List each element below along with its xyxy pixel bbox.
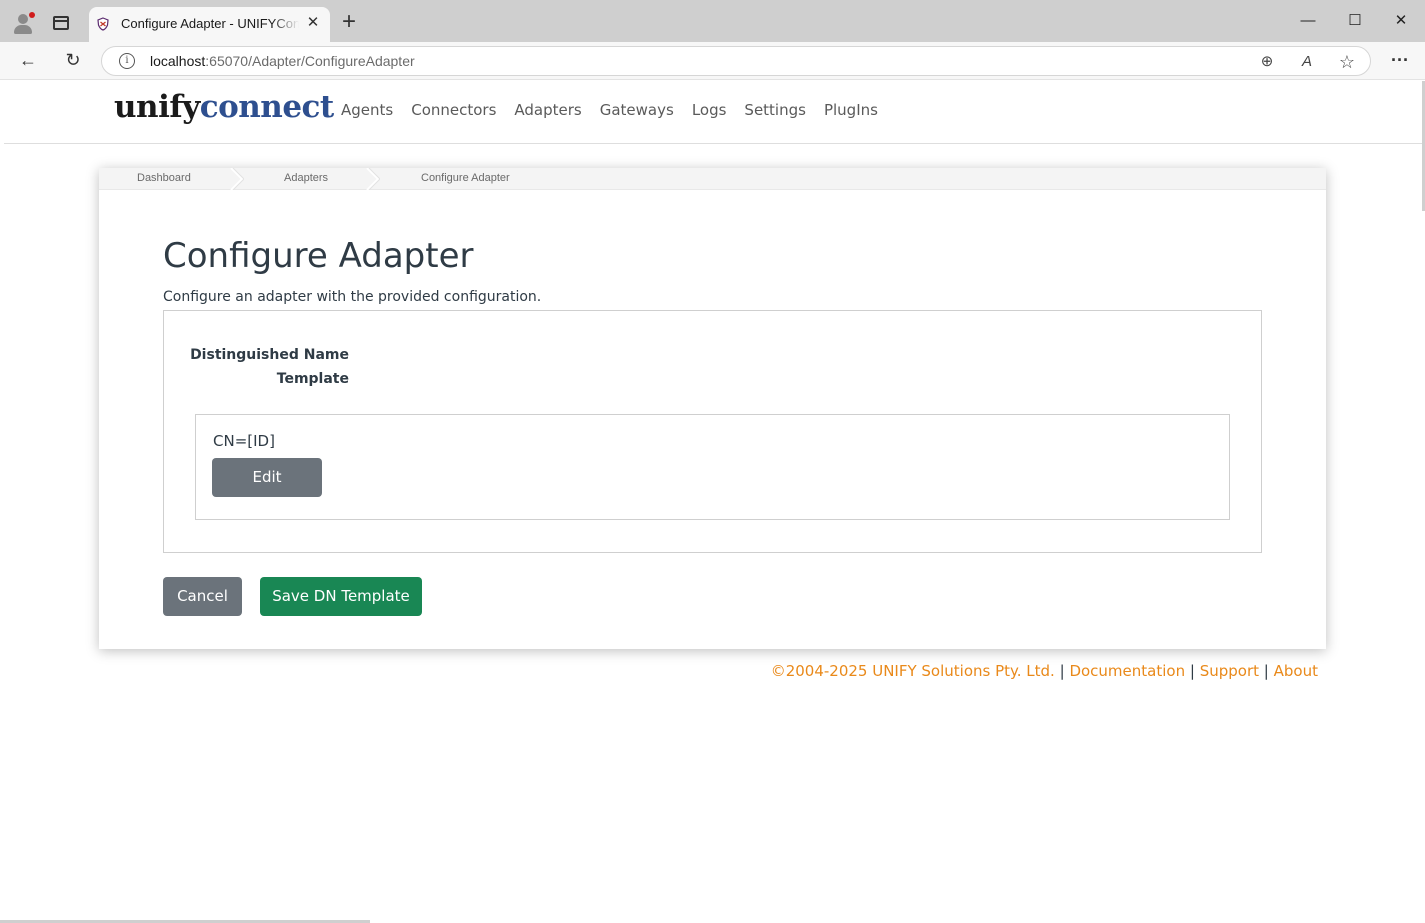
content-card: Dashboard Adapters Configure Adapter Con… xyxy=(99,168,1326,649)
close-window-icon[interactable]: ✕ xyxy=(1386,9,1416,33)
site-footer: ©2004-2025 UNIFY Solutions Pty. Ltd. | D… xyxy=(771,662,1318,680)
back-arrow-icon[interactable]: ← xyxy=(15,47,41,73)
breadcrumb-configure-adapter: Configure Adapter xyxy=(421,172,510,184)
footer-separator: | xyxy=(1189,662,1195,680)
site-header: unifyconnect Agents Connectors Adapters … xyxy=(4,81,1422,144)
site-info-icon[interactable]: i xyxy=(119,53,135,69)
notification-dot xyxy=(29,12,35,18)
breadcrumb: Dashboard Adapters Configure Adapter xyxy=(99,168,1326,190)
tab-title: Configure Adapter - UNIFYConnect xyxy=(121,16,299,31)
tab-close-icon[interactable]: ✕ xyxy=(303,13,323,33)
browser-tab-active[interactable]: Configure Adapter - UNIFYConnect ✕ xyxy=(89,7,330,42)
reload-icon[interactable]: ↻ xyxy=(60,47,86,73)
footer-documentation-link[interactable]: Documentation xyxy=(1069,662,1185,680)
page-description: Configure an adapter with the provided c… xyxy=(163,289,542,305)
browser-titlebar: Configure Adapter - UNIFYConnect ✕ + — ☐… xyxy=(0,0,1425,42)
browser-menu-icon[interactable]: ··· xyxy=(1387,47,1413,73)
shield-favicon-icon xyxy=(97,17,109,31)
footer-copyright[interactable]: ©2004-2025 UNIFY Solutions Pty. Ltd. xyxy=(771,662,1055,680)
cancel-button[interactable]: Cancel xyxy=(163,577,242,616)
page-title: Configure Adapter xyxy=(163,236,474,276)
page-content: unifyconnect Agents Connectors Adapters … xyxy=(0,81,1422,920)
nav-agents[interactable]: Agents xyxy=(341,101,393,119)
profile-icon[interactable] xyxy=(12,12,35,34)
dn-template-panel: Distinguished Name Template CN=[ID] Edit xyxy=(163,310,1262,553)
main-nav: Agents Connectors Adapters Gateways Logs… xyxy=(341,101,896,119)
tab-actions-icon[interactable] xyxy=(53,16,69,30)
minimize-icon[interactable]: — xyxy=(1293,9,1323,33)
favorite-star-icon[interactable]: ☆ xyxy=(1336,51,1358,73)
footer-separator: | xyxy=(1059,662,1065,680)
maximize-icon[interactable]: ☐ xyxy=(1340,9,1370,33)
dn-template-value-box: CN=[ID] Edit xyxy=(195,414,1230,520)
breadcrumb-chevron-icon xyxy=(366,168,380,190)
unifyconnect-logo[interactable]: unifyconnect xyxy=(114,89,334,125)
breadcrumb-adapters[interactable]: Adapters xyxy=(284,172,328,184)
dn-template-value: CN=[ID] xyxy=(213,432,275,450)
save-dn-template-button[interactable]: Save DN Template xyxy=(260,577,422,616)
zoom-icon[interactable]: ⊕ xyxy=(1256,51,1278,73)
nav-gateways[interactable]: Gateways xyxy=(600,101,674,119)
read-aloud-icon[interactable]: A xyxy=(1296,51,1318,73)
address-bar[interactable]: i localhost:65070/Adapter/ConfigureAdapt… xyxy=(101,46,1371,76)
breadcrumb-chevron-icon xyxy=(230,168,244,190)
nav-connectors[interactable]: Connectors xyxy=(411,101,496,119)
edit-button[interactable]: Edit xyxy=(212,458,322,497)
nav-adapters[interactable]: Adapters xyxy=(514,101,581,119)
footer-support-link[interactable]: Support xyxy=(1200,662,1259,680)
dn-template-label: Distinguished Name Template xyxy=(190,347,349,387)
footer-about-link[interactable]: About xyxy=(1274,662,1318,680)
url-text[interactable]: localhost:65070/Adapter/ConfigureAdapter xyxy=(150,53,415,69)
footer-separator: | xyxy=(1263,662,1269,680)
breadcrumb-dashboard[interactable]: Dashboard xyxy=(137,172,191,184)
nav-plugins[interactable]: PlugIns xyxy=(824,101,878,119)
browser-toolbar: ← ↻ i localhost:65070/Adapter/ConfigureA… xyxy=(0,42,1425,80)
nav-logs[interactable]: Logs xyxy=(692,101,727,119)
nav-settings[interactable]: Settings xyxy=(744,101,806,119)
new-tab-button[interactable]: + xyxy=(338,10,360,34)
